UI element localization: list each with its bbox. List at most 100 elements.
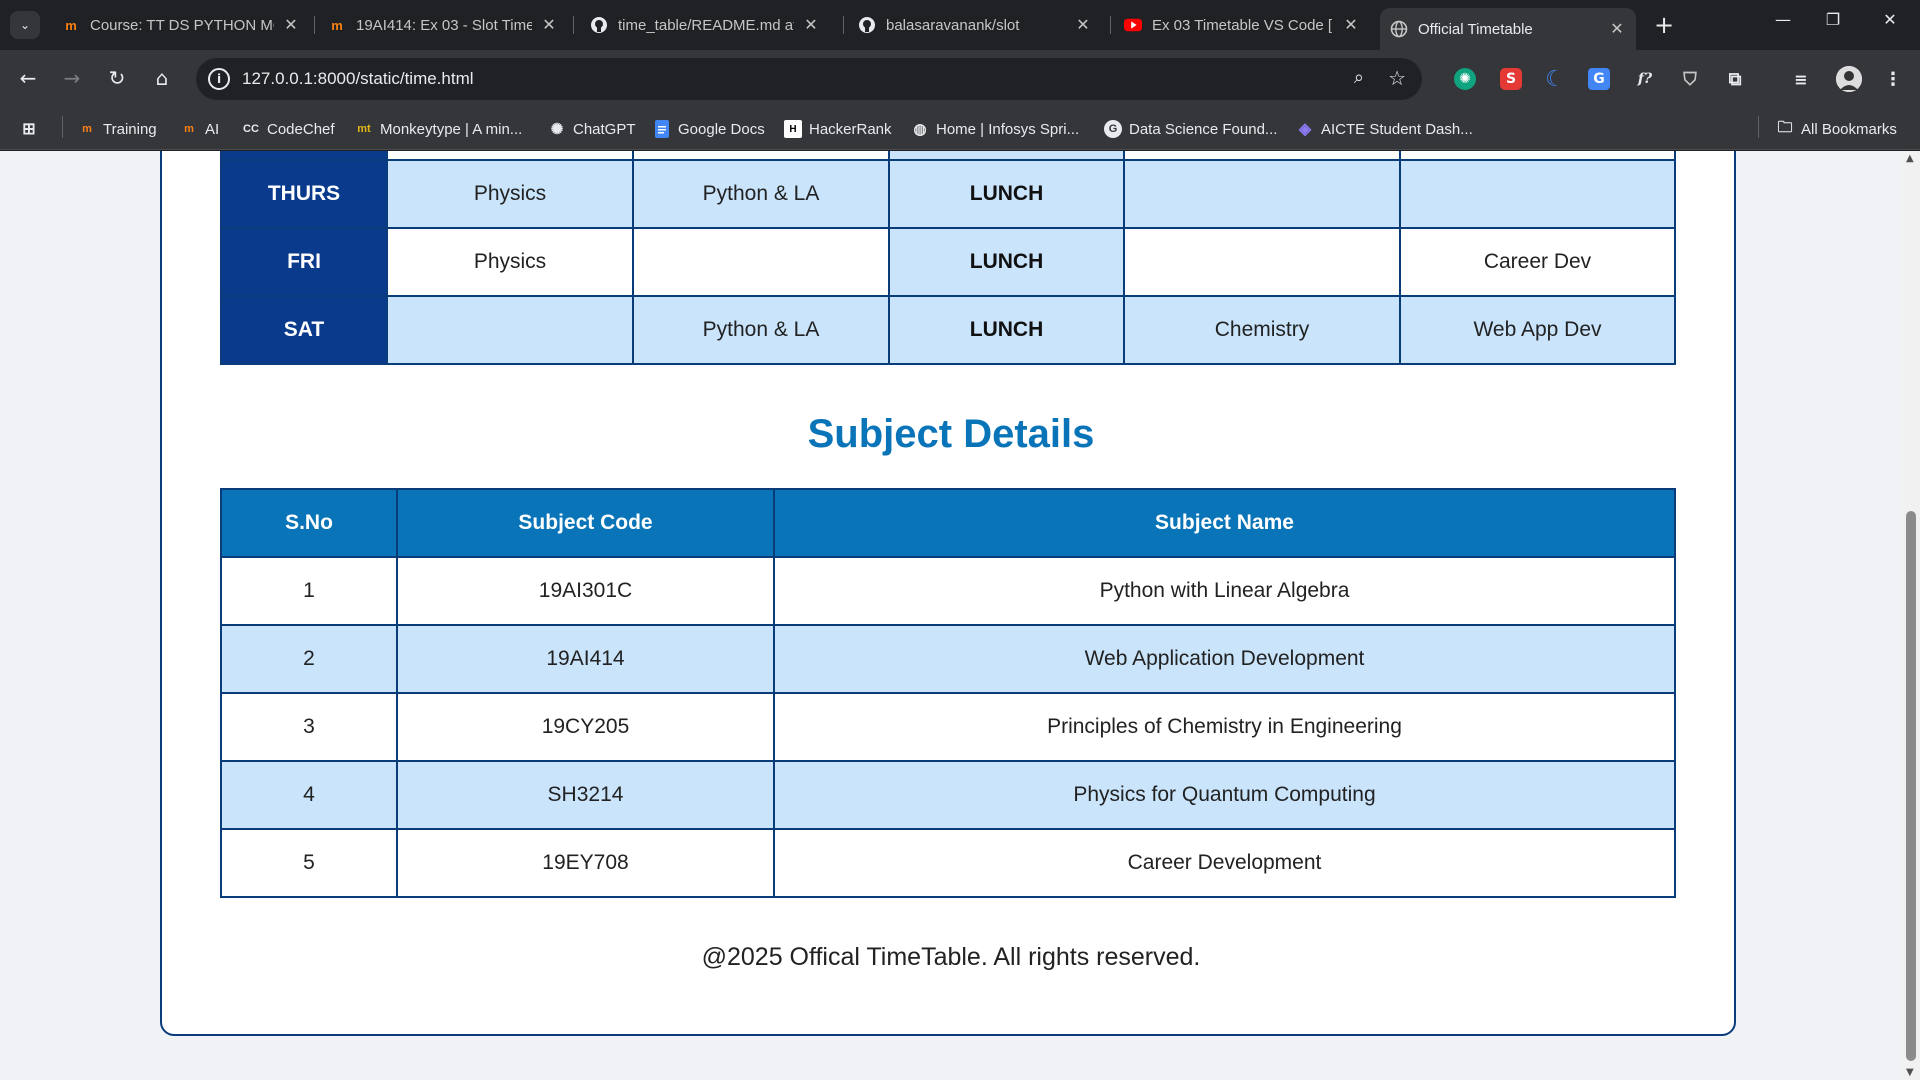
github-icon — [590, 16, 608, 34]
tab-search-button[interactable]: ⌄ — [10, 11, 40, 39]
bookmark-monkeytype[interactable]: mt Monkeytype | A min... — [355, 116, 522, 142]
close-icon[interactable]: ✕ — [802, 15, 820, 35]
slot-cell: Physics — [386, 227, 634, 297]
address-bar[interactable]: i 127.0.0.1:8000/static/time.html ⌕ ☆ — [196, 58, 1422, 100]
column-header: Subject Name — [773, 488, 1676, 558]
site-info-icon[interactable]: i — [208, 68, 230, 90]
slot-cell — [386, 295, 634, 365]
close-icon[interactable]: ✕ — [1342, 15, 1360, 35]
scroll-down-icon[interactable]: ▼ — [1906, 1067, 1914, 1078]
bookmark-star-icon[interactable]: ☆ — [1388, 66, 1406, 90]
moodle-icon: m — [331, 17, 343, 33]
zoom-icon[interactable]: ⌕ — [1354, 67, 1364, 88]
chevron-down-icon: ⌄ — [19, 18, 31, 32]
table-row: 4 SH3214 Physics for Quantum Computing — [220, 760, 1676, 830]
hackerrank-icon: H — [784, 120, 802, 138]
close-icon[interactable]: ✕ — [1608, 19, 1626, 39]
tab-slot-time[interactable]: m 19AI414: Ex 03 - Slot Time ✕ — [318, 8, 568, 42]
table-row: 3 19CY205 Principles of Chemistry in Eng… — [220, 692, 1676, 762]
scrollbar-thumb[interactable] — [1906, 511, 1916, 1061]
bookmarks-bar: ⊞ m Training m AI CC CodeChef mt Monkeyt… — [0, 108, 1920, 150]
bookmark-aicte[interactable]: ◈ AICTE Student Dash... — [1296, 116, 1473, 142]
slot-cell: Python & LA — [632, 159, 890, 229]
all-bookmarks-folder[interactable]: 🗀 All Bookmarks — [1776, 116, 1896, 142]
aicte-icon: ◈ — [1298, 121, 1312, 138]
google-icon: G — [1104, 120, 1122, 138]
monkeytype-icon: mt — [357, 123, 371, 135]
tab-readme[interactable]: time_table/README.md at ✕ — [580, 8, 830, 42]
restore-icon[interactable]: ❐ — [1813, 10, 1853, 29]
page-viewport: THURS Physics Python & LA LUNCH FRI Phys… — [0, 151, 1902, 1080]
tab-strip: ⌄ m Course: TT DS PYTHON MO ✕ m 19AI414:… — [0, 0, 1920, 50]
lunch-cell: LUNCH — [888, 295, 1125, 365]
slot-cell — [1123, 227, 1401, 297]
bookmark-infosys[interactable]: ◍ Home | Infosys Spri... — [911, 116, 1079, 142]
day-cell: THURS — [220, 159, 388, 229]
slot-cell: Career Dev — [1399, 227, 1676, 297]
tab-course[interactable]: m Course: TT DS PYTHON MO ✕ — [52, 8, 310, 42]
bookmark-ai[interactable]: m AI — [180, 116, 219, 142]
bookmark-codechef[interactable]: CC CodeChef — [242, 116, 335, 142]
scroll-up-icon[interactable]: ▲ — [1906, 153, 1914, 164]
codechef-icon: CC — [243, 123, 259, 135]
youtube-icon — [1124, 16, 1142, 34]
table-header-row: S.No Subject Code Subject Name — [220, 488, 1676, 558]
bookmark-training[interactable]: m Training — [78, 116, 157, 142]
tab-official-timetable[interactable]: Official Timetable ✕ — [1380, 8, 1636, 50]
moodle-icon: m — [184, 123, 194, 135]
tab-slot-repo[interactable]: balasaravanank/slot ✕ — [848, 8, 1102, 42]
apps-grid-icon[interactable]: ⊞ — [20, 116, 45, 142]
slot-cell — [1399, 159, 1676, 229]
timetable-row: THURS Physics Python & LA LUNCH — [220, 159, 1676, 229]
close-icon[interactable]: ✕ — [1074, 15, 1092, 35]
window-close-icon[interactable]: ✕ — [1870, 10, 1910, 29]
browser-toolbar: ← → ↻ ⌂ i 127.0.0.1:8000/static/time.htm… — [0, 50, 1920, 108]
chatgpt-extension-icon[interactable]: ✺ — [1454, 68, 1476, 90]
bookmark-hackerrank[interactable]: H HackerRank — [784, 116, 892, 142]
media-control-icon[interactable]: ≡ — [1790, 68, 1812, 90]
more-menu-icon[interactable]: ⋮ — [1882, 68, 1904, 90]
table-row: 1 19AI301C Python with Linear Algebra — [220, 556, 1676, 626]
minimize-icon[interactable]: — — [1763, 10, 1803, 29]
home-icon[interactable]: ⌂ — [148, 66, 176, 90]
close-icon[interactable]: ✕ — [282, 15, 300, 35]
table-row: 5 19EY708 Career Development — [220, 828, 1676, 898]
bookmark-data-science[interactable]: G Data Science Found... — [1104, 116, 1277, 142]
chatgpt-icon: ✺ — [550, 121, 564, 138]
column-header: S.No — [220, 488, 398, 558]
reload-icon[interactable]: ↻ — [103, 66, 131, 90]
url-text[interactable]: 127.0.0.1:8000/static/time.html — [242, 69, 474, 89]
day-cell: FRI — [220, 227, 388, 297]
bookmark-chatgpt[interactable]: ✺ ChatGPT — [548, 116, 636, 142]
bookmark-google-docs[interactable]: Google Docs — [653, 116, 765, 142]
docs-icon — [653, 120, 671, 138]
slot-cell — [632, 227, 890, 297]
slot-cell: Web App Dev — [1399, 295, 1676, 365]
tab-youtube[interactable]: Ex 03 Timetable VS Code [ ✕ — [1114, 8, 1370, 42]
moodle-icon: m — [82, 123, 92, 135]
page-scrollbar[interactable]: ▲ ▼ — [1902, 151, 1920, 1080]
subject-details-title: Subject Details — [807, 412, 1095, 456]
subject-details-table: S.No Subject Code Subject Name 1 19AI301… — [220, 488, 1676, 898]
globe-icon — [1390, 20, 1408, 38]
extensions-puzzle-icon[interactable]: ⧉ — [1724, 68, 1746, 90]
back-icon[interactable]: ← — [14, 66, 42, 90]
table-row: 2 19AI414 Web Application Development — [220, 624, 1676, 694]
timetable-row: FRI Physics LUNCH Career Dev — [220, 227, 1676, 297]
timetable-row: SAT Python & LA LUNCH Chemistry Web App … — [220, 295, 1676, 365]
forward-icon[interactable]: → — [58, 66, 86, 90]
new-tab-button[interactable]: + — [1650, 11, 1678, 39]
infosys-icon: ◍ — [913, 121, 927, 138]
github-icon — [858, 16, 876, 34]
shield-icon[interactable]: ⛉ — [1679, 68, 1701, 90]
formula-extension-icon[interactable]: f? — [1634, 68, 1656, 90]
close-icon[interactable]: ✕ — [540, 15, 558, 35]
dark-mode-extension-icon[interactable]: ☾ — [1544, 67, 1566, 92]
lunch-cell: LUNCH — [888, 159, 1125, 229]
google-translate-icon[interactable]: G — [1588, 68, 1610, 90]
day-cell: SAT — [220, 295, 388, 365]
s-extension-icon[interactable]: S — [1500, 68, 1522, 90]
slot-cell: Physics — [386, 159, 634, 229]
profile-avatar[interactable] — [1836, 66, 1862, 92]
folder-icon: 🗀 — [1777, 118, 1793, 136]
